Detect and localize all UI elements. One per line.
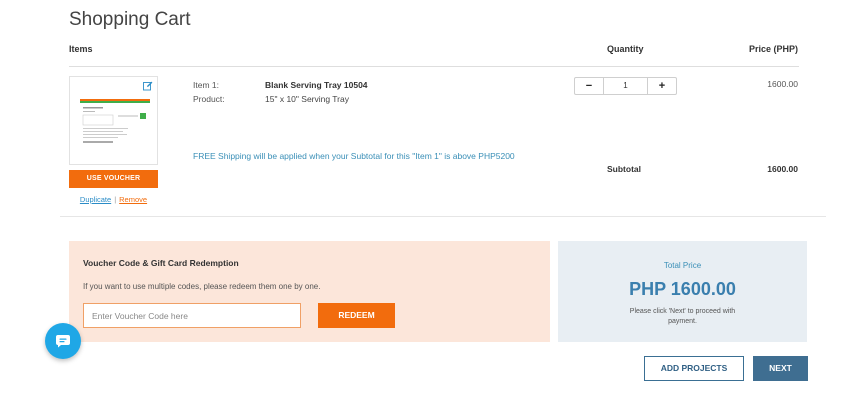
voucher-description: If you want to use multiple codes, pleas… — [83, 282, 321, 291]
link-separator: | — [114, 195, 117, 204]
total-price-note: Please click 'Next' to proceed with paym… — [629, 308, 736, 325]
duplicate-link[interactable]: Duplicate — [80, 195, 111, 204]
quantity-value[interactable]: 1 — [603, 78, 648, 94]
free-shipping-note: FREE Shipping will be applied when your … — [193, 151, 515, 161]
product-value: 15" x 10" Serving Tray — [265, 94, 349, 104]
voucher-panel: Voucher Code & Gift Card Redemption If y… — [69, 241, 550, 342]
items-column-header: Items — [69, 44, 93, 54]
next-button[interactable]: NEXT — [753, 356, 808, 381]
price-column-header: Price (PHP) — [748, 44, 798, 54]
total-price-label: Total Price — [663, 261, 702, 270]
redeem-button[interactable]: REDEEM — [318, 303, 395, 328]
voucher-title: Voucher Code & Gift Card Redemption — [83, 258, 239, 268]
page-title: Shopping Cart — [69, 9, 191, 30]
header-divider — [69, 66, 799, 67]
subtotal-label: Subtotal — [607, 164, 641, 174]
quantity-column-header: Quantity — [607, 44, 644, 54]
quantity-stepper: − 1 + — [574, 77, 677, 95]
chat-icon — [56, 335, 70, 348]
item-thumbnail[interactable] — [69, 76, 158, 165]
edit-icon[interactable] — [143, 81, 153, 91]
decrement-button[interactable]: − — [575, 78, 603, 94]
total-panel: Total Price PHP 1600.00 Please click 'Ne… — [558, 241, 807, 342]
use-voucher-button[interactable]: USE VOUCHER — [69, 170, 158, 188]
voucher-code-input[interactable] — [83, 303, 301, 328]
add-projects-button[interactable]: ADD PROJECTS — [644, 356, 744, 381]
item-actions: Duplicate | Remove — [69, 195, 158, 204]
remove-link[interactable]: Remove — [119, 195, 147, 204]
subtotal-value: 1600.00 — [767, 164, 798, 174]
item-label: Item 1: — [193, 80, 219, 90]
item-price: 1600.00 — [767, 79, 798, 89]
product-label: Product: — [193, 94, 225, 104]
increment-button[interactable]: + — [648, 78, 676, 94]
item-name: Blank Serving Tray 10504 — [265, 80, 368, 90]
design-preview-image — [80, 99, 150, 149]
chat-button[interactable] — [45, 323, 81, 359]
cart-divider — [60, 216, 826, 217]
total-price-amount: PHP 1600.00 — [629, 279, 736, 299]
